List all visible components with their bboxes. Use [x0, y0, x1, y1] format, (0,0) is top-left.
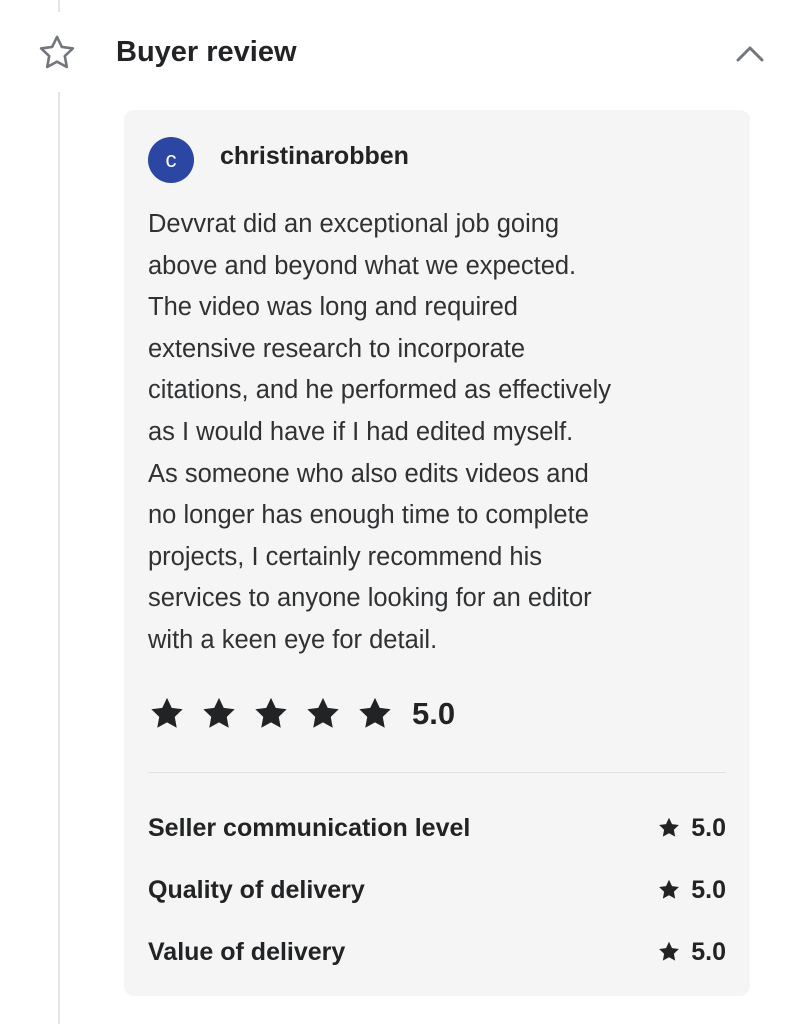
overall-rating: 5.0	[148, 692, 455, 736]
review-text-line: services to anyone looking for an editor	[148, 584, 592, 613]
star-outline-icon	[39, 35, 75, 69]
avatar[interactable]: c	[148, 137, 194, 183]
rating-value-group: 5.0	[657, 808, 726, 848]
timeline-line-top	[58, 0, 60, 12]
review-text-line: extensive research to incorporate	[148, 334, 526, 363]
review-text-line: citations, and he performed as effective…	[148, 376, 612, 405]
rating-value-group: 5.0	[657, 870, 726, 910]
section-title: Buyer review	[116, 36, 297, 68]
chevron-up-icon[interactable]	[730, 34, 770, 74]
rating-value: 5.0	[691, 938, 726, 966]
star-filled-icon	[151, 697, 183, 728]
review-text-line: Devvrat did an exceptional job going	[148, 210, 560, 238]
star-filled-icon	[659, 941, 680, 961]
rating-value: 5.0	[691, 814, 726, 842]
star-filled-icon	[359, 697, 391, 728]
review-text-line: projects, I certainly recommend his	[148, 542, 542, 571]
review-text: Devvrat did an exceptional job going abov…	[148, 204, 738, 662]
review-text-line: with a keen eye for detail.	[148, 625, 438, 654]
reviewer-username[interactable]: christinarobben	[220, 140, 409, 172]
review-text-line: no longer has enough time to complete	[148, 501, 589, 530]
review-text-line: above and beyond what we expected.	[148, 251, 577, 280]
star-filled-icon	[659, 817, 680, 837]
review-text-line: as I would have if I had edited myself.	[148, 417, 574, 446]
review-card: c christinarobben Devvrat did an excepti…	[124, 110, 750, 996]
star-filled-icon	[307, 697, 339, 728]
star-filled-icon	[255, 697, 287, 728]
star-filled-icon	[203, 697, 235, 728]
rating-row-communication: Seller communication level 5.0	[148, 808, 726, 848]
rating-label: Value of delivery	[148, 938, 346, 966]
timeline-line	[58, 92, 60, 1024]
rating-row-value: Value of delivery 5.0	[148, 932, 726, 972]
rating-label: Quality of delivery	[148, 876, 365, 904]
rating-row-quality: Quality of delivery 5.0	[148, 870, 726, 910]
buyer-review-header[interactable]: Buyer review	[0, 22, 806, 82]
divider	[148, 772, 726, 773]
rating-label: Seller communication level	[148, 814, 471, 842]
overall-score: 5.0	[412, 696, 456, 731]
rating-value: 5.0	[691, 876, 726, 904]
star-filled-icon	[659, 879, 680, 899]
review-text-line: The video was long and required	[148, 293, 518, 322]
review-text-line: As someone who also edits videos and	[148, 459, 589, 488]
rating-value-group: 5.0	[657, 932, 726, 972]
